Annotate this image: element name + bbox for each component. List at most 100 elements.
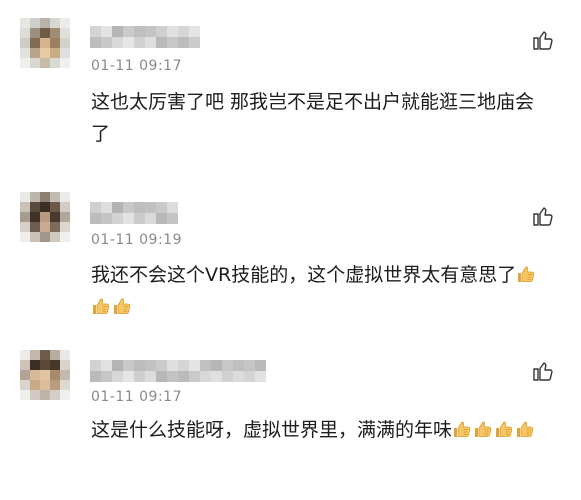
- username-blurred[interactable]: [90, 202, 178, 224]
- name-pixel: [211, 360, 222, 371]
- comment-time: 01-11 09:17: [91, 389, 182, 405]
- avatar-pixel: [30, 38, 40, 48]
- avatar-pixel: [20, 350, 30, 360]
- avatar-pixel: [50, 380, 60, 390]
- name-pixel: [211, 371, 222, 382]
- name-pixel: [178, 37, 189, 48]
- avatar-pixel: [50, 18, 60, 28]
- avatar-pixel: [20, 380, 30, 390]
- name-pixel: [90, 371, 101, 382]
- username-blurred[interactable]: [90, 26, 200, 48]
- avatar-pixel: [20, 202, 30, 212]
- avatar-pixel: [40, 222, 50, 232]
- thumbs-up-emojis: [452, 419, 536, 441]
- avatar-pixel: [40, 370, 50, 380]
- avatar-pixel: [20, 390, 30, 400]
- name-pixel: [123, 26, 134, 37]
- name-pixel: [189, 37, 200, 48]
- avatar-pixel: [40, 212, 50, 222]
- name-pixel: [233, 371, 244, 382]
- name-pixel: [134, 360, 145, 371]
- name-pixel: [145, 371, 156, 382]
- avatar-pixel: [40, 48, 50, 58]
- avatar[interactable]: [20, 18, 70, 68]
- avatar-pixel: [40, 360, 50, 370]
- comment-time: 01-11 09:17: [91, 58, 182, 74]
- name-pixel: [134, 26, 145, 37]
- avatar-pixel: [60, 48, 70, 58]
- name-pixel: [156, 371, 167, 382]
- name-pixel: [90, 213, 101, 224]
- avatar-pixel: [30, 232, 40, 242]
- avatar-pixel: [60, 222, 70, 232]
- name-pixel: [189, 371, 200, 382]
- avatar-pixel: [30, 202, 40, 212]
- avatar-pixel: [60, 370, 70, 380]
- avatar-pixel: [30, 58, 40, 68]
- name-pixel: [156, 26, 167, 37]
- name-pixel: [200, 360, 211, 371]
- thumbs-up-emoji-icon: [91, 294, 111, 314]
- name-pixel: [101, 202, 112, 213]
- name-pixel: [123, 37, 134, 48]
- name-pixel: [167, 371, 178, 382]
- name-pixel: [145, 202, 156, 213]
- name-pixel: [233, 360, 244, 371]
- name-pixel: [112, 37, 123, 48]
- name-pixel: [200, 371, 211, 382]
- name-pixel: [189, 360, 200, 371]
- name-pixel: [123, 213, 134, 224]
- comment-time: 01-11 09:19: [91, 232, 182, 248]
- avatar-pixel: [40, 18, 50, 28]
- avatar-pixel: [50, 370, 60, 380]
- avatar-pixel: [20, 232, 30, 242]
- avatar-pixel: [40, 58, 50, 68]
- name-pixel: [101, 360, 112, 371]
- avatar[interactable]: [20, 192, 70, 242]
- name-pixel: [156, 213, 167, 224]
- name-pixel: [178, 360, 189, 371]
- avatar-pixel: [50, 38, 60, 48]
- avatar-pixel: [50, 58, 60, 68]
- name-pixel: [156, 202, 167, 213]
- avatar-pixel: [50, 350, 60, 360]
- avatar-pixel: [50, 232, 60, 242]
- avatar-pixel: [20, 38, 30, 48]
- name-pixel: [145, 26, 156, 37]
- avatar-pixel: [60, 18, 70, 28]
- avatar-pixel: [30, 48, 40, 58]
- name-pixel: [145, 37, 156, 48]
- comment-text: 这是什么技能呀，虚拟世界里，满满的年味: [91, 414, 551, 446]
- avatar-pixel: [30, 380, 40, 390]
- thumbs-up-icon[interactable]: [531, 28, 555, 52]
- name-pixel: [112, 202, 123, 213]
- avatar-pixel: [50, 360, 60, 370]
- avatar-pixel: [40, 38, 50, 48]
- comment-item: 01-11 09:19 我还不会这个VR技能的，这个虚拟世界太有意思了: [0, 172, 581, 338]
- avatar-pixel: [40, 232, 50, 242]
- avatar-pixel: [60, 58, 70, 68]
- name-pixel: [123, 371, 134, 382]
- avatar-pixel: [20, 28, 30, 38]
- name-pixel: [90, 202, 101, 213]
- avatar[interactable]: [20, 350, 70, 400]
- avatar-pixel: [60, 390, 70, 400]
- name-pixel: [112, 371, 123, 382]
- name-pixel: [167, 37, 178, 48]
- avatar-pixel: [60, 380, 70, 390]
- avatar-pixel: [60, 28, 70, 38]
- username-blurred[interactable]: [90, 360, 266, 382]
- avatar-pixel: [50, 48, 60, 58]
- thumbs-up-emoji-icon: [473, 417, 493, 437]
- avatar-pixel: [30, 370, 40, 380]
- avatar-pixel: [20, 360, 30, 370]
- name-pixel: [123, 360, 134, 371]
- thumbs-up-icon[interactable]: [531, 359, 555, 383]
- avatar-pixel: [50, 192, 60, 202]
- avatar-pixel: [60, 232, 70, 242]
- avatar-pixel: [40, 380, 50, 390]
- avatar-pixel: [20, 48, 30, 58]
- avatar-pixel: [30, 350, 40, 360]
- comment-text: 这也太厉害了吧 那我岂不是足不出户就能逛三地庙会了: [91, 86, 551, 150]
- thumbs-up-icon[interactable]: [531, 204, 555, 228]
